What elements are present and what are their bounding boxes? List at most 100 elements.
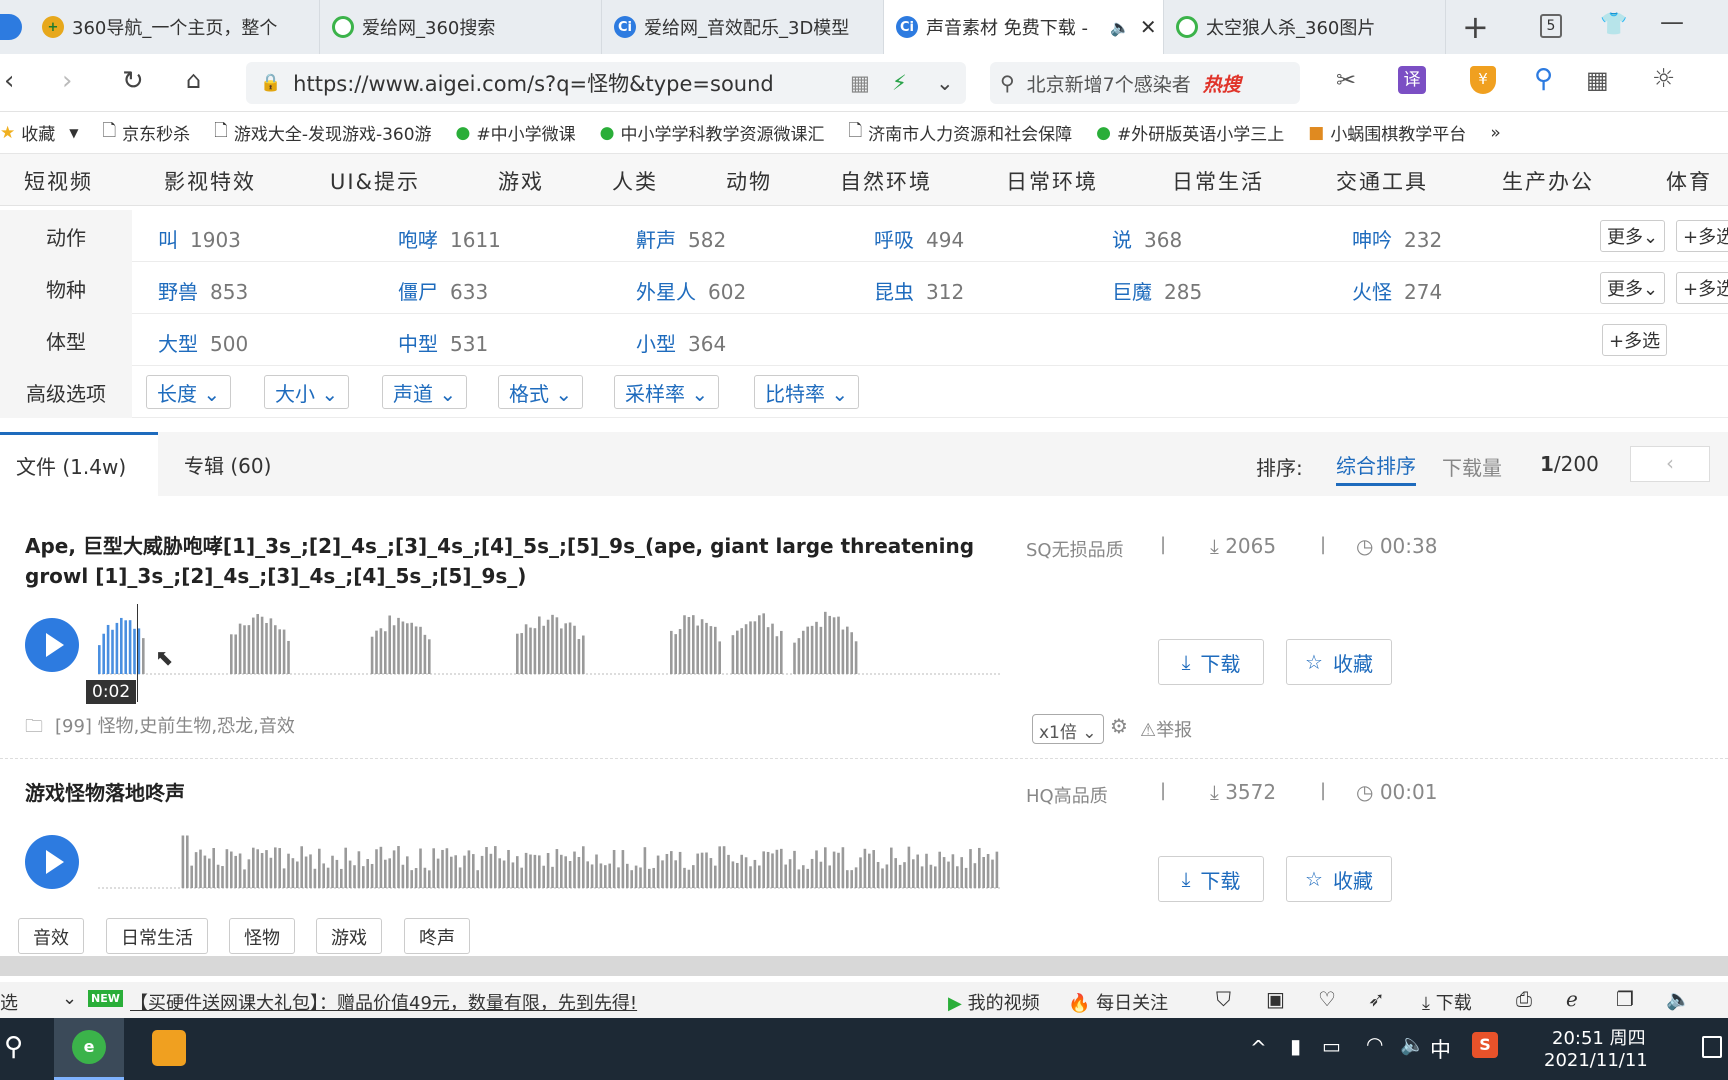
sogou-icon[interactable]: S bbox=[1472, 1032, 1498, 1058]
report-link[interactable]: ⚠举报 bbox=[1140, 716, 1192, 742]
tag-chip[interactable]: 怪物 bbox=[229, 918, 295, 954]
notification-icon[interactable] bbox=[1702, 1036, 1722, 1058]
search-icon[interactable]: ⚲ bbox=[4, 1032, 23, 1062]
bookmark-favorites[interactable]: ★ 收藏 ▼ bbox=[0, 120, 78, 146]
reload-button[interactable]: ↻ bbox=[122, 66, 144, 96]
category-daily-env[interactable]: 日常环境 bbox=[1006, 166, 1098, 196]
download-button[interactable]: ⤓ 下载 bbox=[1158, 639, 1264, 685]
download-manager[interactable]: ⤓ 下载 bbox=[1422, 989, 1472, 1015]
scissors-icon[interactable]: ✂ bbox=[1336, 66, 1356, 94]
tag-chip[interactable]: 游戏 bbox=[316, 918, 382, 954]
bookmark-micro-lessons[interactable]: ● #中小学微课 bbox=[456, 120, 576, 146]
horizontal-scrollbar[interactable] bbox=[0, 956, 1728, 976]
speaker-muted-icon[interactable]: 🔈 bbox=[1110, 18, 1130, 37]
tab-aigei-home[interactable]: Ci 爱给网_音效配乐_3D模型 bbox=[602, 0, 884, 54]
more-button[interactable]: 更多⌄ bbox=[1600, 220, 1666, 252]
favorite-button[interactable]: ☆ 收藏 bbox=[1286, 856, 1392, 902]
ie-icon[interactable]: ℯ bbox=[1566, 987, 1578, 1011]
tab-albums[interactable]: 专辑 (60) bbox=[168, 432, 287, 496]
filter-item[interactable]: 小型 364 bbox=[636, 328, 726, 357]
category-human[interactable]: 人类 bbox=[612, 166, 658, 196]
taskbar-app-orange[interactable] bbox=[134, 1018, 204, 1080]
tab-space-werewolf[interactable]: 太空狼人杀_360图片 bbox=[1164, 0, 1446, 54]
filter-item[interactable]: 野兽 853 bbox=[158, 276, 248, 305]
ime-indicator[interactable]: 中 bbox=[1430, 1034, 1451, 1064]
favorite-button[interactable]: ☆ 收藏 bbox=[1286, 639, 1392, 685]
search-box[interactable]: ⚲ 北京新增7个感染者 热搜 bbox=[990, 62, 1300, 104]
bookmark-jd-flash[interactable]: 🗋 京东秒杀 bbox=[102, 118, 190, 147]
wifi-icon[interactable]: ◠ bbox=[1366, 1032, 1383, 1056]
tag-chip[interactable]: 日常生活 bbox=[106, 918, 208, 954]
forward-button[interactable]: › bbox=[62, 66, 72, 96]
filter-item[interactable]: 巨魔 285 bbox=[1112, 276, 1202, 305]
result-title[interactable]: Ape, 巨型大威胁咆哮[1]_3s_;[2]_4s_;[3]_4s_;[4]_… bbox=[25, 531, 1005, 591]
gear-icon[interactable]: ⚙ bbox=[1110, 714, 1128, 738]
advanced-format-dropdown[interactable]: 格式 ⌄ bbox=[498, 375, 584, 409]
promo-link[interactable]: 【买硬件送网课大礼包】：赠品价值49元，数量有限，先到先得! bbox=[130, 989, 637, 1015]
clock-date[interactable]: 2021/11/11 bbox=[1544, 1050, 1648, 1071]
home-button[interactable]: ⌂ bbox=[186, 66, 201, 94]
advanced-length-dropdown[interactable]: 长度 ⌄ bbox=[146, 375, 232, 409]
window-icon[interactable]: ❐ bbox=[1616, 987, 1634, 1011]
heart-icon[interactable]: ♡ bbox=[1318, 987, 1336, 1011]
apps-grid-icon[interactable]: ▦ bbox=[1586, 66, 1609, 94]
category-ui[interactable]: UI&提示 bbox=[330, 166, 420, 196]
multi-select-button[interactable]: +多选 bbox=[1602, 324, 1668, 356]
tab-360-nav[interactable]: + 360导航_一个主页，整个 bbox=[30, 0, 320, 54]
back-button[interactable]: ‹ bbox=[4, 66, 14, 96]
filter-item[interactable]: 昆虫 312 bbox=[874, 276, 964, 305]
lightning-icon[interactable]: ⚡ bbox=[892, 71, 907, 95]
daily-focus-link[interactable]: 🔥 每日关注 bbox=[1068, 989, 1168, 1015]
shirt-icon[interactable]: 👕 bbox=[1600, 12, 1627, 37]
category-transport[interactable]: 交通工具 bbox=[1336, 166, 1428, 196]
bookmark-games[interactable]: 🗋 游戏大全-发现游戏-360游 bbox=[214, 118, 431, 147]
volume-icon[interactable]: 🔈 bbox=[1666, 987, 1691, 1011]
bookmark-english[interactable]: ● #外研版英语小学三上 bbox=[1096, 120, 1284, 146]
tab-sound-material[interactable]: Ci 声音素材 免费下载 - 🔈 ✕ bbox=[884, 0, 1164, 54]
tag-chip[interactable]: 咚声 bbox=[404, 918, 470, 954]
clock-time[interactable]: 20:51 周四 bbox=[1552, 1024, 1646, 1050]
taskbar-360-browser[interactable]: e bbox=[54, 1018, 124, 1080]
category-short-video[interactable]: 短视频 bbox=[24, 166, 93, 196]
prev-page-button[interactable]: ‹ bbox=[1630, 446, 1710, 482]
category-daily-life[interactable]: 日常生活 bbox=[1172, 166, 1264, 196]
category-vfx[interactable]: 影视特效 bbox=[164, 166, 256, 196]
category-animal[interactable]: 动物 bbox=[726, 166, 772, 196]
chevrons-icon[interactable]: ⌄ bbox=[62, 988, 77, 1009]
filter-item[interactable]: 鼾声 582 bbox=[636, 224, 726, 253]
tab-360-search[interactable]: 爱给网_360搜索 bbox=[320, 0, 602, 54]
category-game[interactable]: 游戏 bbox=[498, 166, 544, 196]
advanced-samplerate-dropdown[interactable]: 采样率 ⌄ bbox=[614, 375, 720, 409]
chevron-down-icon[interactable]: ⌄ bbox=[936, 71, 954, 95]
filter-item[interactable]: 火怪 274 bbox=[1352, 276, 1442, 305]
speaker-icon[interactable]: 🔈 bbox=[1400, 1032, 1425, 1056]
printer-icon[interactable]: ⎙ bbox=[1516, 987, 1532, 1011]
filter-item[interactable]: 呼吸 494 bbox=[874, 224, 964, 253]
filter-item[interactable]: 呻吟 232 bbox=[1352, 224, 1442, 253]
tab-count-button[interactable]: 5 bbox=[1540, 14, 1562, 38]
close-tab-icon[interactable]: ✕ bbox=[1140, 15, 1157, 39]
rocket-icon[interactable]: ➶ bbox=[1368, 987, 1385, 1011]
my-video-link[interactable]: ▶ 我的视频 bbox=[948, 989, 1040, 1015]
filter-item[interactable]: 咆哮 1611 bbox=[398, 224, 501, 253]
bookmark-go-platform[interactable]: ■ 小蜗围棋教学平台 bbox=[1308, 120, 1466, 146]
tab-files[interactable]: 文件 (1.4w) bbox=[0, 432, 158, 496]
sort-comprehensive[interactable]: 综合排序 bbox=[1336, 450, 1416, 486]
multi-select-button[interactable]: +多选 bbox=[1676, 272, 1728, 304]
shield-icon[interactable]: ⛉ bbox=[1216, 987, 1231, 1011]
filter-item[interactable]: 僵尸 633 bbox=[398, 276, 488, 305]
brightness-icon[interactable]: ☼ bbox=[1652, 64, 1675, 94]
tag-chip[interactable]: 音效 bbox=[18, 918, 84, 954]
filter-item[interactable]: 大型 500 bbox=[158, 328, 248, 357]
category-office[interactable]: 生产办公 bbox=[1502, 166, 1594, 196]
translate-icon[interactable]: 译 bbox=[1398, 66, 1426, 94]
bookmark-jinan-hr[interactable]: 🗋 济南市人力资源和社会保障 bbox=[848, 118, 1072, 147]
filter-item[interactable]: 外星人 602 bbox=[636, 276, 746, 305]
download-button[interactable]: ⤓ 下载 bbox=[1158, 856, 1264, 902]
play-button[interactable] bbox=[25, 618, 79, 672]
more-button[interactable]: 更多⌄ bbox=[1600, 272, 1666, 304]
bookmark-teaching-resources[interactable]: ● 中小学学科教学资源微课汇 bbox=[600, 120, 825, 146]
waveform[interactable] bbox=[98, 600, 1002, 678]
qr-code-icon[interactable]: ▦ bbox=[850, 71, 870, 95]
microphone-icon[interactable]: ▮ bbox=[1290, 1034, 1301, 1058]
